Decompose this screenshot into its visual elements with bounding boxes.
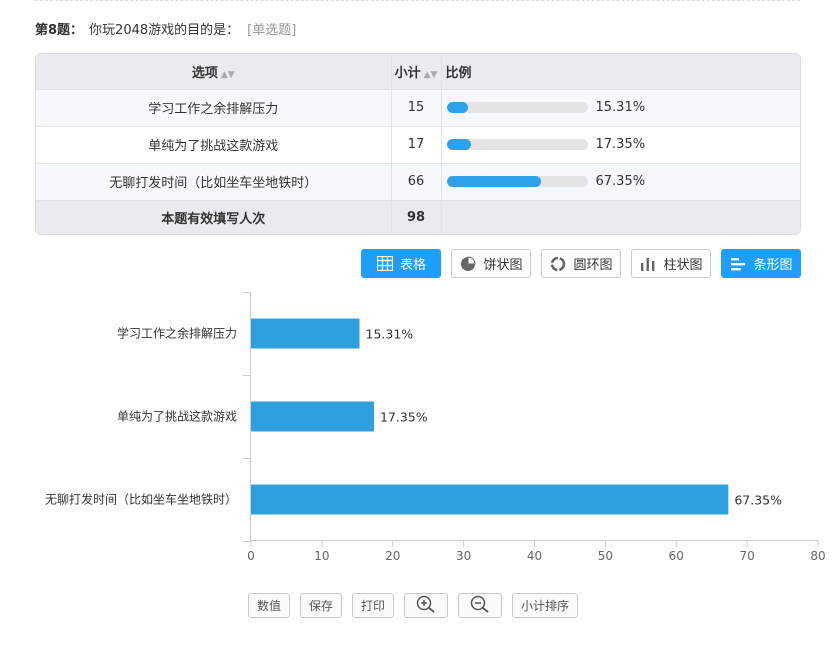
bar [251, 484, 729, 515]
zoom-in-icon [416, 595, 436, 616]
option-label: 无聊打发时间（比如坐车坐地铁时） [36, 163, 392, 201]
option-percent: 17.35% [595, 137, 646, 152]
header-count[interactable]: 小计 ▲▼ [391, 54, 442, 90]
category-label: 无聊打发时间（比如坐车坐地铁时） [45, 492, 237, 507]
question-type: [单选题] [247, 23, 297, 38]
data-label: 15.31% [366, 327, 414, 342]
donut-chart-icon [549, 255, 567, 273]
x-tick-label: 0 [247, 549, 255, 563]
bar-chart-icon [729, 255, 747, 273]
x-tick-label: 70 [739, 549, 754, 563]
option-ratio: 15.31% [441, 89, 800, 127]
zoom-in-button[interactable] [404, 593, 448, 618]
sort-icon[interactable]: ▲▼ [221, 70, 235, 80]
x-tick-label: 60 [669, 549, 684, 563]
pie-view-button[interactable]: 饼状图 [451, 249, 531, 278]
bar-chart: 0 10 20 30 40 50 60 70 80 学习工作之余排解压力 15.31% 单纯为了挑战这… [45, 292, 826, 563]
category-label: 单纯为了挑战这款游戏 [117, 409, 237, 424]
progress-fill [446, 176, 542, 187]
question-header: 第8题： 你玩2048游戏的目的是： [单选题] [35, 22, 296, 40]
bar [251, 318, 360, 349]
results-table: 选项 ▲▼ 小计 ▲▼ 比例 学习工作之余排解压力 15 15.31% 单纯为了挑战… [35, 53, 801, 235]
total-label: 本题有效填写人次 [36, 200, 392, 234]
question-number: 第8题： [35, 23, 84, 38]
category-label: 学习工作之余排解压力 [117, 326, 237, 341]
data-label: 17.35% [380, 410, 428, 425]
progress-track [446, 176, 588, 187]
chart-toolbar: 数值 保存 打印 小计排序 [0, 593, 838, 618]
table-row: 单纯为了挑战这款游戏 17 17.35% [36, 126, 800, 164]
column-chart-icon [639, 255, 657, 273]
sort-by-count-button[interactable]: 小计排序 [512, 593, 578, 618]
total-value: 98 [391, 200, 442, 234]
zoom-out-icon [470, 595, 490, 616]
total-row: 本题有效填写人次 98 [36, 200, 800, 234]
table-row: 学习工作之余排解压力 15 15.31% [36, 89, 800, 127]
x-tick-label: 40 [527, 549, 542, 563]
table-view-button[interactable]: 表格 [361, 249, 441, 278]
question-text: 你玩2048游戏的目的是： [89, 23, 240, 38]
option-ratio: 67.35% [441, 163, 800, 201]
table-icon [376, 255, 394, 273]
option-percent: 15.31% [595, 100, 646, 115]
option-ratio: 17.35% [441, 126, 800, 164]
progress-fill [446, 102, 469, 113]
data-label: 67.35% [734, 493, 782, 508]
show-values-button[interactable]: 数值 [248, 593, 290, 618]
progress-track [446, 139, 588, 150]
x-tick-label: 50 [598, 549, 613, 563]
option-count: 66 [391, 163, 442, 201]
option-count: 15 [391, 89, 442, 127]
column-view-button[interactable]: 柱状图 [631, 249, 711, 278]
sort-icon[interactable]: ▲▼ [424, 70, 438, 80]
x-tick-label: 30 [456, 549, 471, 563]
progress-fill [446, 139, 471, 150]
x-tick-label: 10 [314, 549, 329, 563]
donut-view-button[interactable]: 圆环图 [541, 249, 621, 278]
option-count: 17 [391, 126, 442, 164]
option-percent: 67.35% [595, 174, 646, 189]
x-tick-label: 20 [385, 549, 400, 563]
bar [251, 401, 374, 432]
table-row: 无聊打发时间（比如坐车坐地铁时） 66 67.35% [36, 163, 800, 201]
x-tick-label: 80 [810, 549, 825, 563]
header-option[interactable]: 选项 ▲▼ [36, 54, 392, 90]
chart-type-switcher: 表格 饼状图 圆环图 柱状图 条形图 [0, 249, 838, 278]
print-button[interactable]: 打印 [352, 593, 394, 618]
header-ratio: 比例 [441, 54, 800, 90]
pie-chart-icon [459, 255, 477, 273]
progress-track [446, 102, 588, 113]
top-divider [35, 0, 800, 1]
zoom-out-button[interactable] [458, 593, 502, 618]
option-label: 学习工作之余排解压力 [36, 89, 392, 127]
save-button[interactable]: 保存 [300, 593, 342, 618]
bar-view-button[interactable]: 条形图 [721, 249, 801, 278]
option-label: 单纯为了挑战这款游戏 [36, 126, 392, 164]
